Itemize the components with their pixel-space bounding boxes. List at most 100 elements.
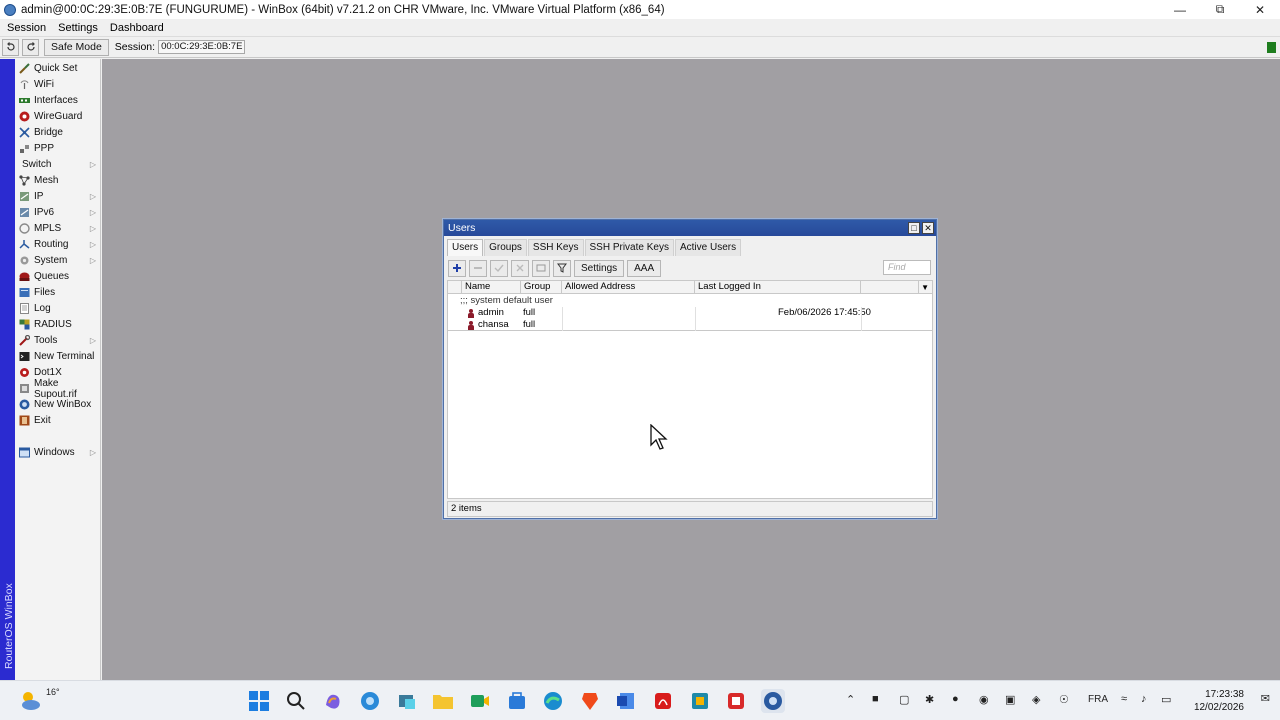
user-icon	[468, 321, 474, 330]
sidebar: Quick Set WiFi Interfaces WireGuard Brid…	[15, 59, 101, 680]
table-row[interactable]: admin full Feb/06/2026 17:45:50	[448, 307, 932, 319]
find-input[interactable]: Find	[883, 260, 931, 275]
search-button[interactable]	[284, 689, 308, 713]
taskbar-edge-dev[interactable]	[358, 689, 382, 713]
sidebar-item-routing[interactable]: Routing ▷	[15, 237, 101, 252]
sidebar-item-ipv6[interactable]: IPv6 ▷	[15, 205, 101, 220]
columns-dropdown-icon[interactable]: ▼	[921, 283, 929, 292]
language-indicator[interactable]: FRA	[1088, 694, 1108, 705]
table-comment-row[interactable]: ;;; system default user	[448, 295, 932, 307]
sidebar-item-queues[interactable]: Queues	[15, 269, 101, 284]
main-toolbar: Safe Mode Session: 00:0C:29:3E:0B:7E	[0, 36, 1280, 58]
restore-icon[interactable]: ⧉	[1200, 0, 1240, 19]
remove-button[interactable]	[469, 259, 487, 277]
plus-icon	[453, 264, 461, 272]
maximize-icon[interactable]: □	[908, 222, 920, 234]
minus-icon	[474, 267, 482, 269]
taskbar-word[interactable]	[614, 689, 638, 713]
disable-button[interactable]	[511, 259, 529, 277]
sidebar-item-wireguard[interactable]: WireGuard	[15, 109, 101, 124]
taskbar-edge[interactable]	[541, 689, 565, 713]
menu-dashboard[interactable]: Dashboard	[110, 22, 164, 34]
taskbar-snipping-tool[interactable]	[395, 689, 419, 713]
menu-settings[interactable]: Settings	[58, 22, 98, 34]
comment-button[interactable]	[532, 259, 550, 277]
tray-monitor-icon[interactable]: ▢	[899, 693, 909, 706]
cell-group: full	[523, 319, 536, 330]
redo-button[interactable]	[22, 38, 39, 56]
sidebar-item-log[interactable]: Log	[15, 301, 101, 316]
add-button[interactable]	[448, 259, 466, 277]
close-icon[interactable]: ✕	[922, 222, 934, 234]
notifications-icon[interactable]: ✉	[1261, 692, 1270, 705]
aaa-button[interactable]: AAA	[627, 259, 662, 277]
settings-button[interactable]: Settings	[574, 259, 625, 277]
sidebar-item-ip[interactable]: IP ▷	[15, 189, 101, 204]
sidebar-item-mpls[interactable]: MPLS ▷	[15, 221, 101, 236]
menu-session[interactable]: Session	[7, 22, 46, 34]
column-allowed-address[interactable]: Allowed Address	[562, 281, 695, 294]
taskbar-copilot[interactable]	[321, 689, 345, 713]
sidebar-item-system[interactable]: System ▷	[15, 253, 101, 268]
undo-button[interactable]	[2, 38, 19, 56]
show-hidden-icons[interactable]: ⌃	[846, 693, 855, 706]
sidebar-item-radius[interactable]: RADIUS	[15, 317, 101, 332]
sidebar-item-new-winbox[interactable]: New WinBox	[15, 397, 101, 412]
column-last-logged-in[interactable]: Last Logged In	[695, 281, 861, 294]
column-divider	[695, 307, 696, 331]
tray-green-app-icon[interactable]: ◉	[979, 693, 989, 706]
taskbar-file-explorer[interactable]	[431, 689, 455, 713]
tray-device-icon[interactable]: ▣	[1005, 693, 1015, 706]
close-icon[interactable]: ✕	[1240, 0, 1280, 19]
tray-security-icon[interactable]: ◈	[1032, 693, 1040, 706]
weather-widget[interactable]: 16°	[18, 687, 60, 713]
taskbar-winbox[interactable]	[761, 689, 785, 713]
exit-icon	[19, 415, 30, 426]
column-name[interactable]: Name	[462, 281, 521, 294]
battery-icon[interactable]: ▭	[1161, 693, 1171, 706]
users-window-titlebar[interactable]: Users □ ✕	[444, 220, 936, 236]
tab-ssh-private-keys[interactable]: SSH Private Keys	[584, 239, 674, 256]
taskbar-gns[interactable]	[724, 689, 748, 713]
column-group[interactable]: Group	[521, 281, 562, 294]
table-row[interactable]: chansa full	[448, 319, 932, 331]
system-icon	[19, 255, 30, 266]
tray-microphone-icon[interactable]: ☉	[1059, 693, 1069, 706]
taskbar-store[interactable]	[505, 689, 529, 713]
sidebar-item-exit[interactable]: Exit	[15, 413, 101, 428]
start-button[interactable]	[247, 689, 271, 713]
tray-edge-icon[interactable]: ●	[952, 693, 959, 705]
tray-app-icon[interactable]: ■	[872, 693, 879, 705]
system-clock[interactable]: 17:23:38 12/02/2026	[1194, 688, 1244, 714]
sidebar-item-ppp[interactable]: PPP	[15, 141, 101, 156]
taskbar-remote-app[interactable]	[688, 689, 712, 713]
folder-icon	[433, 695, 453, 709]
wifi-icon[interactable]: ≈	[1121, 693, 1127, 705]
window-controls: — ⧉ ✕	[1160, 0, 1280, 19]
volume-icon[interactable]: ♪	[1141, 693, 1147, 705]
session-field[interactable]: 00:0C:29:3E:0B:7E	[158, 40, 246, 54]
enable-button[interactable]	[490, 259, 508, 277]
sidebar-item-tools[interactable]: Tools ▷	[15, 333, 101, 348]
filter-button[interactable]	[553, 259, 571, 277]
tab-groups[interactable]: Groups	[484, 239, 527, 256]
sidebar-item-new-terminal[interactable]: New Terminal	[15, 349, 101, 364]
sidebar-item-windows[interactable]: Windows ▷	[15, 445, 101, 460]
minimize-icon[interactable]: —	[1160, 0, 1200, 19]
sidebar-item-interfaces[interactable]: Interfaces	[15, 93, 101, 108]
tab-active-users[interactable]: Active Users	[674, 239, 742, 256]
taskbar-brave[interactable]	[578, 689, 602, 713]
safe-mode-button[interactable]: Safe Mode	[44, 38, 109, 56]
sidebar-item-switch[interactable]: Switch ▷	[15, 157, 101, 172]
tab-users[interactable]: Users	[447, 239, 484, 256]
sidebar-item-quick-set[interactable]: Quick Set	[15, 61, 101, 76]
sidebar-item-wifi[interactable]: WiFi	[15, 77, 101, 92]
taskbar-acrobat[interactable]	[651, 689, 675, 713]
sidebar-item-files[interactable]: Files	[15, 285, 101, 300]
tab-ssh-keys[interactable]: SSH Keys	[527, 239, 584, 256]
tray-bluetooth-icon[interactable]: ✱	[925, 693, 934, 706]
sidebar-item-make-supout[interactable]: Make Supout.rif	[15, 378, 101, 400]
taskbar-meet[interactable]	[468, 689, 492, 713]
sidebar-item-mesh[interactable]: Mesh	[15, 173, 101, 188]
sidebar-item-bridge[interactable]: Bridge	[15, 125, 101, 140]
